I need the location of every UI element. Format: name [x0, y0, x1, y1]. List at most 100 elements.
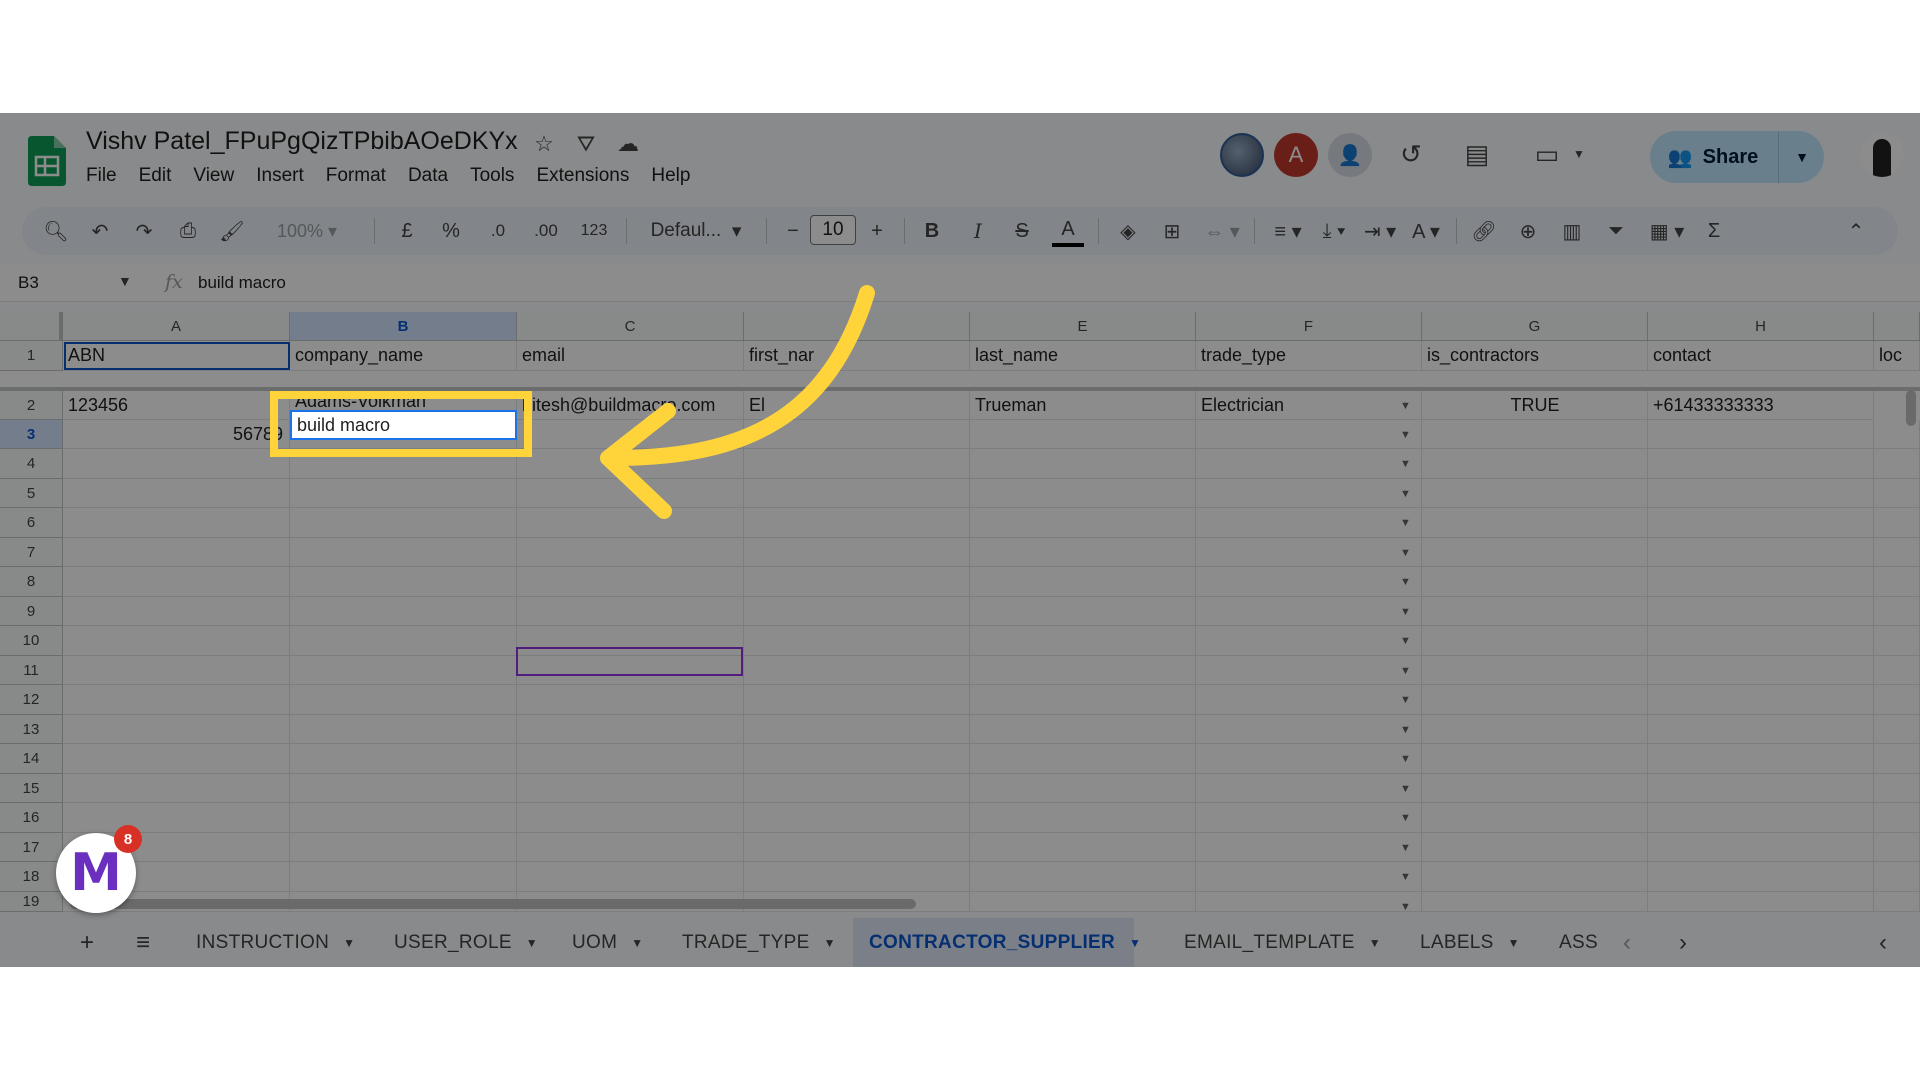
meet-icon[interactable]: ▭ — [1530, 137, 1564, 171]
select-all-corner[interactable] — [0, 312, 63, 341]
row-header-2[interactable]: 2 — [0, 391, 63, 420]
empty-cell[interactable] — [1648, 597, 1874, 626]
empty-cell[interactable] — [1422, 685, 1648, 715]
empty-cell[interactable] — [517, 833, 744, 862]
collapse-side-panel-icon[interactable]: ‹ — [1866, 918, 1900, 967]
dropdown-chevron-icon[interactable]: ▼ — [1400, 635, 1411, 647]
column-header-i[interactable] — [1874, 312, 1920, 341]
empty-cell[interactable] — [517, 420, 744, 449]
empty-cell[interactable] — [1648, 833, 1874, 862]
empty-cell[interactable] — [1874, 685, 1920, 715]
empty-cell[interactable] — [517, 479, 744, 508]
cell-a3[interactable]: 56789 — [63, 420, 290, 449]
empty-cell[interactable] — [1874, 833, 1920, 862]
empty-cell[interactable] — [744, 744, 970, 774]
empty-cell[interactable] — [290, 862, 517, 892]
zoom-select[interactable]: 100% ▾ — [272, 215, 342, 247]
row-header-14[interactable]: 14 — [0, 744, 63, 774]
empty-cell[interactable] — [1196, 774, 1422, 803]
empty-cell[interactable] — [970, 715, 1196, 744]
menu-tools[interactable]: Tools — [459, 165, 525, 187]
cell-g2[interactable]: TRUE — [1422, 391, 1648, 420]
empty-cell[interactable] — [1422, 774, 1648, 803]
empty-cell[interactable] — [744, 597, 970, 626]
column-header-d[interactable] — [744, 312, 970, 341]
empty-cell[interactable] — [290, 774, 517, 803]
empty-cell[interactable] — [1196, 567, 1422, 597]
menu-edit[interactable]: Edit — [128, 165, 183, 187]
empty-cell[interactable] — [970, 803, 1196, 833]
comments-icon[interactable]: ▤ — [1460, 137, 1494, 171]
empty-cell[interactable] — [517, 774, 744, 803]
empty-cell[interactable] — [1422, 538, 1648, 567]
empty-cell[interactable] — [970, 774, 1196, 803]
empty-cell[interactable] — [290, 626, 517, 656]
dropdown-chevron-icon[interactable]: ▼ — [1400, 812, 1411, 824]
empty-cell[interactable] — [744, 656, 970, 685]
empty-cell[interactable] — [1196, 479, 1422, 508]
move-to-drive-icon[interactable]: ⛛ — [572, 130, 600, 158]
empty-cell[interactable] — [1196, 538, 1422, 567]
empty-cell[interactable] — [1874, 774, 1920, 803]
dropdown-chevron-icon[interactable]: ▼ — [1400, 871, 1411, 883]
number-format-button[interactable]: 123 — [574, 215, 614, 247]
cell-e2[interactable]: Trueman — [970, 391, 1196, 420]
fill-color-icon[interactable]: ◈ — [1112, 215, 1144, 247]
empty-cell[interactable] — [1648, 479, 1874, 508]
empty-cell[interactable] — [744, 420, 970, 449]
strikethrough-button[interactable]: S — [1006, 215, 1038, 247]
add-sheet-button[interactable]: + — [70, 918, 104, 967]
share-dropdown[interactable]: ▼ — [1778, 131, 1824, 183]
cell-e1[interactable]: last_name — [970, 341, 1196, 371]
empty-cell[interactable] — [1874, 508, 1920, 538]
empty-cell[interactable] — [1874, 449, 1920, 479]
empty-cell[interactable] — [744, 685, 970, 715]
empty-cell[interactable] — [1422, 508, 1648, 538]
increase-font-size-button[interactable]: + — [862, 215, 892, 247]
merge-cells-icon[interactable]: ⇔ ▾ — [1200, 215, 1244, 247]
empty-cell[interactable] — [744, 508, 970, 538]
tab-uom[interactable]: UOM ▼ — [558, 918, 657, 967]
dropdown-chevron-icon[interactable]: ▼ — [1400, 842, 1411, 854]
share-main[interactable]: 👥 Share — [1650, 131, 1776, 183]
empty-cell[interactable] — [970, 656, 1196, 685]
empty-cell[interactable] — [970, 597, 1196, 626]
empty-cell[interactable] — [1874, 715, 1920, 744]
insert-link-icon[interactable]: 🔗︎ — [1468, 215, 1500, 247]
empty-cell[interactable] — [1422, 626, 1648, 656]
text-wrapping-icon[interactable]: ⇥ ▾ — [1358, 215, 1402, 247]
version-history-icon[interactable]: ↺ — [1394, 137, 1428, 171]
empty-cell[interactable] — [1874, 803, 1920, 833]
empty-cell[interactable] — [970, 567, 1196, 597]
empty-cell[interactable] — [1874, 597, 1920, 626]
empty-cell[interactable] — [970, 833, 1196, 862]
bold-button[interactable]: B — [916, 215, 948, 247]
empty-cell[interactable] — [1422, 744, 1648, 774]
empty-cell[interactable] — [517, 449, 744, 479]
row-header-3[interactable]: 3 — [0, 420, 63, 449]
empty-cell[interactable] — [290, 479, 517, 508]
menu-file[interactable]: File — [86, 165, 128, 187]
empty-cell[interactable] — [1196, 892, 1422, 912]
empty-cell[interactable] — [1196, 656, 1422, 685]
tab-labels[interactable]: LABELS ▼ — [1406, 918, 1534, 967]
horizontal-align-icon[interactable]: ≡ ▾ — [1266, 215, 1310, 247]
empty-cell[interactable] — [63, 685, 290, 715]
empty-cell[interactable] — [1422, 715, 1648, 744]
empty-cell[interactable] — [517, 715, 744, 744]
empty-cell[interactable] — [63, 744, 290, 774]
row-header-13[interactable]: 13 — [0, 715, 63, 744]
cell-b1[interactable]: company_name — [290, 341, 517, 371]
empty-cell[interactable] — [517, 538, 744, 567]
print-icon[interactable]: ⎙ — [172, 215, 204, 247]
empty-cell[interactable] — [970, 420, 1196, 449]
menu-help[interactable]: Help — [640, 165, 701, 187]
empty-cell[interactable] — [1874, 892, 1920, 912]
dropdown-chevron-icon[interactable]: ▼ — [1400, 606, 1411, 618]
empty-cell[interactable] — [290, 508, 517, 538]
menu-extensions[interactable]: Extensions — [525, 165, 640, 187]
empty-cell[interactable] — [517, 597, 744, 626]
sheets-logo-icon[interactable] — [28, 136, 66, 186]
formula-input[interactable]: build macro — [198, 273, 286, 293]
empty-cell[interactable] — [1648, 449, 1874, 479]
